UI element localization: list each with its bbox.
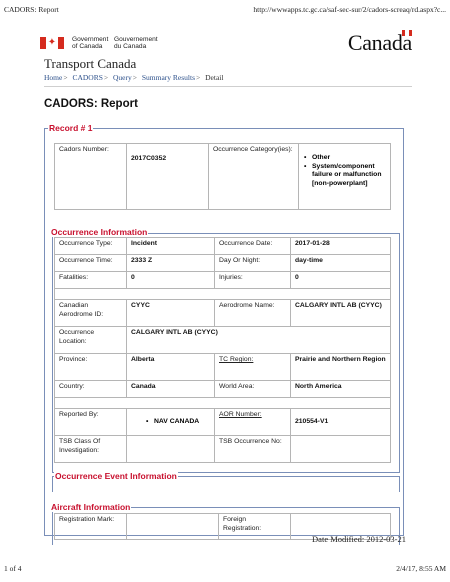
aor-number-value: 210554-V1 [290,408,391,436]
table-row [54,397,391,409]
reported-by-list: NAV CANADA [131,418,210,427]
aerodrome-name-label: Aerodrome Name: [214,299,291,327]
occurrence-time-label: Occurrence Time: [54,254,127,272]
list-item: NAV CANADA [145,418,210,427]
print-page-title: CADORS: Report [4,5,59,14]
list-item: System/component failure or malfunction … [303,163,386,189]
world-area-value: North America [290,380,391,398]
occurrence-date-label: Occurrence Date: [214,237,291,255]
date-modified: Date Modified: 2012-03-21 [312,534,406,544]
breadcrumb-home[interactable]: Home [44,73,62,82]
tsb-class-label: TSB Class Of Investigation: [54,435,127,463]
aerodrome-id-label: Canadian Aerodrome ID: [54,299,127,327]
aerodrome-id-value: CYYC [126,299,215,327]
reported-by-value: NAV CANADA [126,408,215,436]
breadcrumb-cadors[interactable]: CADORS [72,73,102,82]
record-legend: Record # 1 [48,123,94,133]
breadcrumb: Home> CADORS> Query> Summary Results> De… [44,73,224,82]
day-night-label: Day Or Night: [214,254,291,272]
injuries-value: 0 [290,271,391,289]
table-row: Reported By: NAV CANADA AOR Number: 2105… [54,408,391,436]
record-summary-table: Cadors Number: 2017C0352 Occurrence Cate… [54,143,391,210]
print-footer: 1 of 4 2/4/17, 8:55 AM [4,564,446,576]
occurrence-table: Occurrence Type: Incident Occurrence Dat… [54,237,391,463]
occurrence-location-label: Occurrence Location: [54,326,127,354]
canada-wordmark: Canada [347,30,412,55]
registration-mark-label: Registration Mark: [54,513,127,540]
print-url: http://wwwapps.tc.gc.ca/saf-sec-sur/2/ca… [253,5,446,14]
breadcrumb-detail: Detail [205,73,224,82]
fatalities-label: Fatalities: [54,271,127,289]
province-value: Alberta [126,353,215,381]
table-row: TSB Class Of Investigation: TSB Occurren… [54,435,391,463]
day-night-value: day-time [290,254,391,272]
occurrence-time-value: 2333 Z [126,254,215,272]
province-label: Province: [54,353,127,381]
cadors-number-value: 2017C0352 [126,143,209,210]
list-item: Other [303,154,386,163]
wordmark-flag-icon [402,30,412,36]
category-list: Other System/component failure or malfun… [303,154,386,188]
breadcrumb-query[interactable]: Query [113,73,132,82]
occurrence-type-label: Occurrence Type: [54,237,127,255]
world-area-label: World Area: [214,380,291,398]
event-legend: Occurrence Event Information [54,471,178,481]
gov-name-english: Government of Canada [72,36,109,50]
aircraft-legend: Aircraft Information [50,502,132,512]
occurrence-category-value: Other System/component failure or malfun… [298,143,391,210]
tsb-occurrence-label: TSB Occurrence No: [214,435,291,463]
aor-number-label: AOR Number: [214,408,291,436]
table-row [54,288,391,300]
injuries-label: Injuries: [214,271,291,289]
reported-by-label: Reported By: [54,408,127,436]
table-row: Fatalities: 0 Injuries: 0 [54,271,391,289]
fatalities-value: 0 [126,271,215,289]
table-row: Province: Alberta TC Region: Prairie and… [54,353,391,381]
government-header: ✦ Government of Canada Gouvernement du C… [40,30,412,55]
site-title[interactable]: Transport Canada [44,56,136,72]
cadors-number-label: Cadors Number: [54,143,127,210]
table-row: Canadian Aerodrome ID: CYYC Aerodrome Na… [54,299,391,327]
table-row: Country: Canada World Area: North Americ… [54,380,391,398]
aerodrome-name-value: CALGARY INTL AB (CYYC) [290,299,391,327]
gov-name-french: Gouvernement du Canada [114,36,158,50]
print-page-number: 1 of 4 [4,564,22,573]
breadcrumb-summary-results[interactable]: Summary Results [142,73,195,82]
page-title: CADORS: Report [44,98,138,110]
occurrence-category-label: Occurrence Category(ies): [208,143,299,210]
registration-mark-value [126,513,219,540]
occurrence-location-value: CALGARY INTL AB (CYYC) [126,326,391,354]
table-row: Occurrence Type: Incident Occurrence Dat… [54,237,391,255]
canada-flag-icon: ✦ [40,37,64,49]
print-header: CADORS: Report http://wwwapps.tc.gc.ca/s… [4,5,446,17]
divider [44,86,412,87]
tsb-occurrence-value [290,435,391,463]
country-label: Country: [54,380,127,398]
occurrence-legend: Occurrence Information [50,227,149,237]
table-row: Cadors Number: 2017C0352 Occurrence Cate… [54,143,391,210]
tsb-class-value [126,435,215,463]
country-value: Canada [126,380,215,398]
print-timestamp: 2/4/17, 8:55 AM [396,564,446,573]
occurrence-date-value: 2017-01-28 [290,237,391,255]
foreign-registration-label: Foreign Registration: [218,513,291,540]
aor-number-label-text[interactable]: AOR Number: [219,411,262,418]
occurrence-type-value: Incident [126,237,215,255]
table-row: Occurrence Location: CALGARY INTL AB (CY… [54,326,391,354]
table-row: Occurrence Time: 2333 Z Day Or Night: da… [54,254,391,272]
tc-region-label[interactable]: TC Region: [214,353,291,381]
tc-region-value: Prairie and Northern Region [290,353,391,381]
